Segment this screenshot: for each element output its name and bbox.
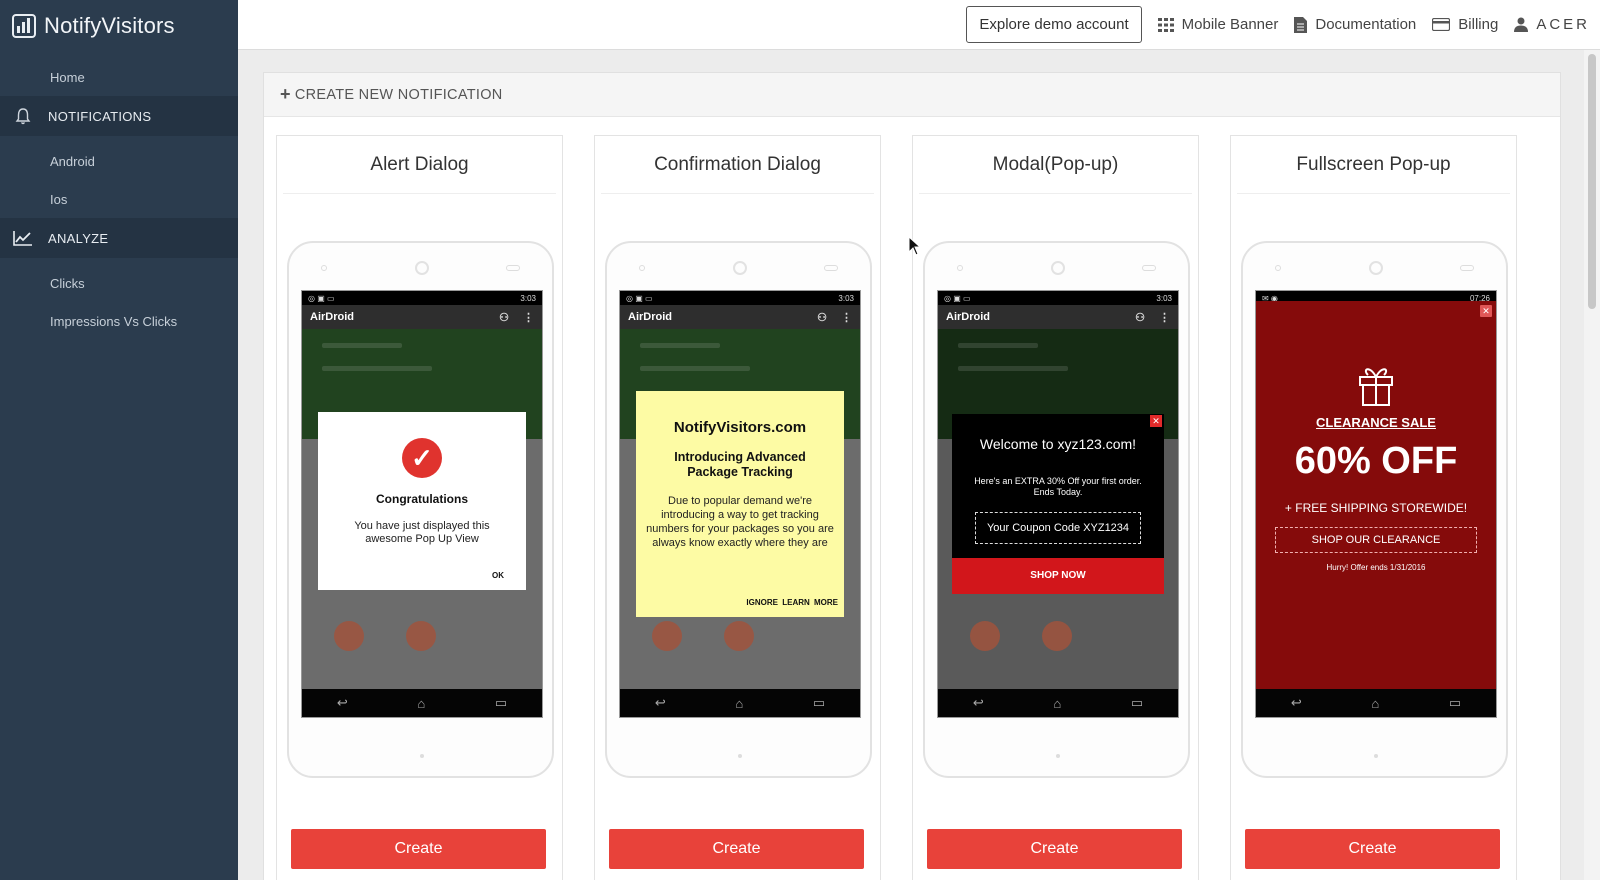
document-icon: [1294, 16, 1308, 33]
user-icon: [1514, 17, 1529, 32]
brand[interactable]: NotifyVisitors: [0, 0, 238, 52]
check-icon: ✓: [402, 438, 442, 478]
card-title: Confirmation Dialog: [601, 136, 874, 194]
phone-screen: ◎ ▣ ▭ 3:03 AirDroid ⚇ ⋮ ✕ Welcome to xyz123…: [937, 290, 1179, 718]
sidebar: NotifyVisitors Home NOTIFICATIONS Androi…: [0, 0, 238, 880]
popup-actions: IGNORE LEARN MORE: [746, 598, 838, 607]
app-name: AirDroid: [628, 311, 672, 323]
sidebar-item-ios[interactable]: Ios: [0, 180, 238, 218]
phone-mockup: ✉ ◉ 07:26 ✕ CLEARANCE SALE 60% OFF + FREE…: [1241, 241, 1508, 778]
popup-learn-more-button: LEARN MORE: [782, 598, 838, 607]
panel-heading-label: CREATE NEW NOTIFICATION: [294, 86, 503, 103]
close-icon: ✕: [1150, 415, 1162, 427]
create-fullscreen-button[interactable]: Create: [1245, 829, 1500, 869]
phone-screen: ✉ ◉ 07:26 ✕ CLEARANCE SALE 60% OFF + FREE…: [1255, 290, 1497, 718]
explore-demo-button[interactable]: Explore demo account: [966, 6, 1142, 43]
popup-shipping-text: + FREE SHIPPING STOREWIDE!: [1284, 501, 1468, 515]
popup-hurry-text: Hurry! Offer ends 1/31/2016: [1326, 563, 1426, 572]
card-modal-popup: Modal(Pop-up) ◎ ▣ ▭ 3:03 AirDroid ⚇ ⋮ ✕ Wel…: [912, 135, 1199, 880]
sidebar-item-impressions-vs-clicks[interactable]: Impressions Vs Clicks: [0, 302, 238, 340]
alert-dialog-popup: ✓ Congratulations You have just displaye…: [318, 412, 526, 590]
confirmation-dialog-popup: NotifyVisitors.com Introducing Advanced …: [636, 391, 844, 617]
create-alert-dialog-button[interactable]: Create: [291, 829, 546, 869]
popup-text: Here's an EXTRA 30% Off your first order…: [974, 476, 1142, 497]
status-time: 3:03: [838, 293, 854, 303]
popup-shop-button: SHOP OUR CLEARANCE: [1275, 527, 1477, 553]
popup-sale-title: CLEARANCE SALE: [1316, 415, 1436, 430]
mobile-banner-label: Mobile Banner: [1181, 16, 1279, 33]
mobile-banner-link[interactable]: Mobile Banner: [1157, 16, 1279, 33]
popup-title: Welcome to xyz123.com!: [979, 436, 1137, 452]
line-chart-icon: [12, 230, 34, 246]
bar-chart-logo-icon: [12, 14, 36, 38]
card-fullscreen-popup: Fullscreen Pop-up ✉ ◉ 07:26 ✕ CLEARANCE S…: [1230, 135, 1517, 880]
scrollbar-thumb[interactable]: [1588, 54, 1596, 309]
credit-card-icon: [1432, 18, 1451, 31]
mouse-cursor-icon: [908, 236, 922, 256]
popup-ok-button: OK: [492, 571, 504, 580]
user-menu[interactable]: ACER: [1514, 16, 1590, 33]
create-confirmation-dialog-button[interactable]: Create: [609, 829, 864, 869]
billing-label: Billing: [1458, 16, 1499, 33]
popup-text: Due to popular demand we're introducing …: [646, 495, 834, 549]
gift-icon: [1356, 361, 1396, 407]
top-bar: Explore demo account Mobile Banner Docum…: [238, 0, 1600, 50]
status-time: 3:03: [520, 293, 536, 303]
popup-coupon: Your Coupon Code XYZ1234: [975, 512, 1141, 544]
popup-text: You have just displayed this awesome Pop…: [354, 520, 490, 545]
phone-mockup: ◎ ▣ ▭ 3:03 AirDroid ⚇ ⋮ NotifyVisitors.com …: [605, 241, 872, 778]
popup-ignore-button: IGNORE: [746, 598, 778, 607]
sidebar-section-analyze[interactable]: ANALYZE: [0, 218, 238, 258]
plus-icon: +: [280, 84, 291, 104]
card-alert-dialog: Alert Dialog ◎ ▣ ▭ 3:03 AirDroid ⚇ ⋮ ✓ Cong…: [276, 135, 563, 880]
close-icon: ✕: [1480, 305, 1492, 317]
popup-site: NotifyVisitors.com: [673, 419, 807, 436]
modal-popup: ✕ Welcome to xyz123.com! Here's an EXTRA…: [952, 414, 1164, 594]
card-title: Alert Dialog: [283, 136, 556, 194]
app-name: AirDroid: [310, 311, 354, 323]
user-name: ACER: [1536, 16, 1590, 33]
sidebar-section-label: ANALYZE: [48, 230, 109, 246]
popup-title: Congratulations: [376, 492, 468, 506]
panel-heading: + CREATE NEW NOTIFICATION: [264, 73, 1560, 117]
phone-screen: ◎ ▣ ▭ 3:03 AirDroid ⚇ ⋮ ✓ Congratulations Y…: [301, 290, 543, 718]
popup-title: Introducing Advanced Package Tracking: [674, 450, 806, 479]
sidebar-item-clicks[interactable]: Clicks: [0, 264, 238, 302]
fullscreen-popup: ✕ CLEARANCE SALE 60% OFF + FREE SHIPPING…: [1256, 301, 1496, 693]
scrollbar[interactable]: [1584, 50, 1600, 880]
documentation-label: Documentation: [1315, 16, 1417, 33]
grid-icon: [1157, 17, 1174, 32]
card-title: Fullscreen Pop-up: [1237, 136, 1510, 194]
bell-icon: [12, 107, 34, 125]
sidebar-section-label: NOTIFICATIONS: [48, 108, 152, 124]
sidebar-item-home[interactable]: Home: [0, 58, 238, 96]
billing-link[interactable]: Billing: [1432, 16, 1498, 33]
status-time: 3:03: [1156, 293, 1172, 303]
documentation-link[interactable]: Documentation: [1294, 16, 1416, 33]
phone-mockup: ◎ ▣ ▭ 3:03 AirDroid ⚇ ⋮ ✕ Welcome to xyz123…: [923, 241, 1190, 778]
card-confirmation-dialog: Confirmation Dialog ◎ ▣ ▭ 3:03 AirDroid ⚇ ⋮…: [594, 135, 881, 880]
phone-mockup: ◎ ▣ ▭ 3:03 AirDroid ⚇ ⋮ ✓ Congratulations Y…: [287, 241, 554, 778]
popup-shop-button: SHOP NOW: [952, 558, 1164, 594]
sidebar-item-android[interactable]: Android: [0, 142, 238, 180]
card-title: Modal(Pop-up): [919, 136, 1192, 194]
popup-discount: 60% OFF: [1294, 440, 1458, 482]
sidebar-section-notifications[interactable]: NOTIFICATIONS: [0, 96, 238, 136]
create-notification-panel: + CREATE NEW NOTIFICATION Alert Dialog ◎…: [263, 72, 1561, 880]
app-name: AirDroid: [946, 311, 990, 323]
create-modal-button[interactable]: Create: [927, 829, 1182, 869]
phone-screen: ◎ ▣ ▭ 3:03 AirDroid ⚇ ⋮ NotifyVisitors.com …: [619, 290, 861, 718]
brand-name: NotifyVisitors: [44, 13, 175, 38]
